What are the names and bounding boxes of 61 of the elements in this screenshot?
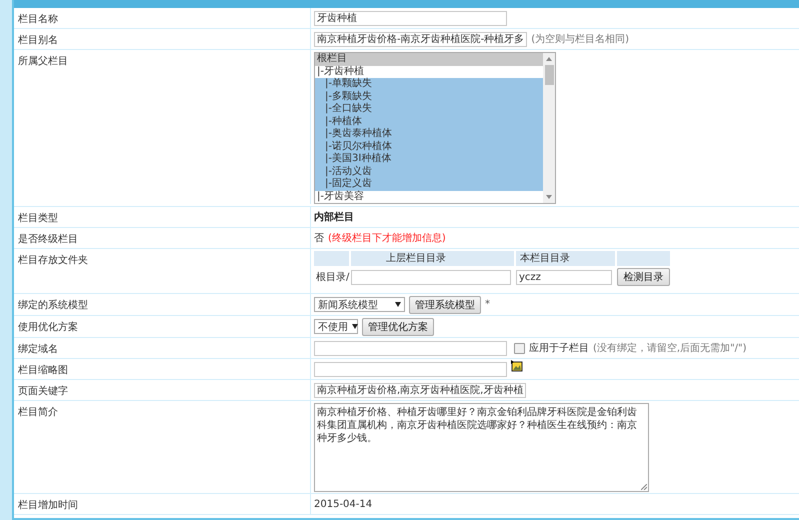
field-label: 栏目类型 — [18, 213, 58, 224]
field-label: 页面关键字 — [18, 386, 68, 397]
list-option[interactable]: |-单颗缺失 — [315, 78, 543, 90]
list-option[interactable]: |-美国3I种植体 — [315, 153, 543, 166]
thumbnail-field[interactable] — [314, 362, 507, 376]
caret-icon — [395, 302, 401, 307]
checkbox[interactable] — [514, 342, 525, 354]
parent-dir-field[interactable] — [351, 270, 511, 284]
scrollbar[interactable] — [543, 53, 555, 203]
list-option[interactable]: |-多颗缺失 — [315, 90, 543, 103]
field-label: 栏目名称 — [18, 14, 58, 25]
path-prefix: 根目录/ — [315, 270, 349, 284]
list-option[interactable]: |-全口缺失 — [315, 103, 543, 116]
check-dir-button[interactable]: 检测目录 — [617, 268, 670, 286]
scroll-down-icon[interactable] — [546, 195, 552, 199]
manage-button[interactable]: 管理系统模型 — [409, 296, 481, 314]
header-cell — [314, 251, 349, 266]
dir-field[interactable]: yczz — [516, 270, 612, 284]
scroll-thumb[interactable] — [544, 65, 554, 85]
list-option[interactable]: |-固定义齿 — [315, 178, 543, 190]
list-option[interactable]: |-活动义齿 — [315, 166, 543, 178]
list-option[interactable]: |-诺贝尔种植体 — [315, 140, 543, 153]
field-label: 所属父栏目 — [18, 56, 68, 67]
list-option[interactable]: |-种植体 — [315, 116, 543, 128]
value-text: 内部栏目 — [314, 210, 354, 224]
text-field[interactable]: 南京种植牙齿价格-南京牙齿种植医院-种植牙多 — [314, 32, 528, 46]
header-cell: 本栏目目录 — [516, 251, 615, 266]
header-cell: 上层栏目目录 — [351, 251, 514, 266]
value-text: 2015-04-14 — [314, 498, 372, 510]
list-option[interactable]: |-牙齿美容 — [315, 190, 543, 203]
caret-icon — [352, 324, 358, 329]
field-label: 栏目缩略图 — [18, 365, 68, 376]
hint-text: (没有绑定，请留空,后面无需加"/") — [593, 342, 747, 355]
resize-grip-icon[interactable] — [641, 484, 647, 490]
text-field[interactable]: 南京种植牙齿价格,南京牙齿种植医院,牙齿种植 — [314, 382, 526, 398]
field-label: 是否终级栏目 — [18, 234, 78, 245]
dropdown[interactable]: 新闻系统模型 — [314, 297, 405, 312]
header-cell — [617, 251, 670, 266]
image-icon[interactable] — [511, 360, 523, 372]
required-mark: * — [485, 299, 490, 310]
field-label: 使用优化方案 — [18, 322, 78, 333]
field-label: 栏目增加时间 — [18, 500, 78, 511]
description-textarea[interactable]: 南京种植牙价格、种植牙齿哪里好？南京金铂利品牌牙科医院是金铂利齿科集团直属机构，南京牙齿种植医院选哪家好？种植医生在线预约：南京种牙多少钱。 — [314, 403, 649, 492]
warning-text: (终级栏目下才能增加信息) — [328, 232, 446, 245]
manage-button[interactable]: 管理优化方案 — [362, 318, 434, 336]
domain-field[interactable] — [314, 340, 507, 356]
list-option[interactable]: 根栏目 — [315, 53, 543, 66]
parent-listbox[interactable]: 根栏目 |-牙齿种植 |-单颗缺失 |-多颗缺失 |-全口缺失 |-种植体 |-奥齿泰种植体 |-诺贝尔种植体 |-美国3I种植体 |-活动义齿 |-固定义齿 |-牙齿美容 — [314, 52, 556, 204]
list-option[interactable]: |-牙齿种植 — [315, 66, 543, 78]
value-text: 否 — [314, 232, 324, 245]
field-label: 栏目存放文件夹 — [18, 255, 88, 266]
field-label: 栏目别名 — [18, 35, 58, 46]
field-label: 绑定的系统模型 — [18, 300, 88, 311]
text-field[interactable]: 牙齿种植 — [314, 10, 507, 26]
field-label: 绑定域名 — [18, 344, 58, 355]
field-label: 栏目简介 — [18, 407, 58, 418]
checkbox-label: 应用于子栏目 — [529, 342, 589, 355]
list-option[interactable]: |-奥齿泰种植体 — [315, 128, 543, 140]
hint-text: (为空则与栏目名相同) — [531, 32, 630, 46]
dropdown[interactable]: 不使用 — [314, 319, 358, 334]
scroll-up-icon[interactable] — [546, 57, 552, 61]
